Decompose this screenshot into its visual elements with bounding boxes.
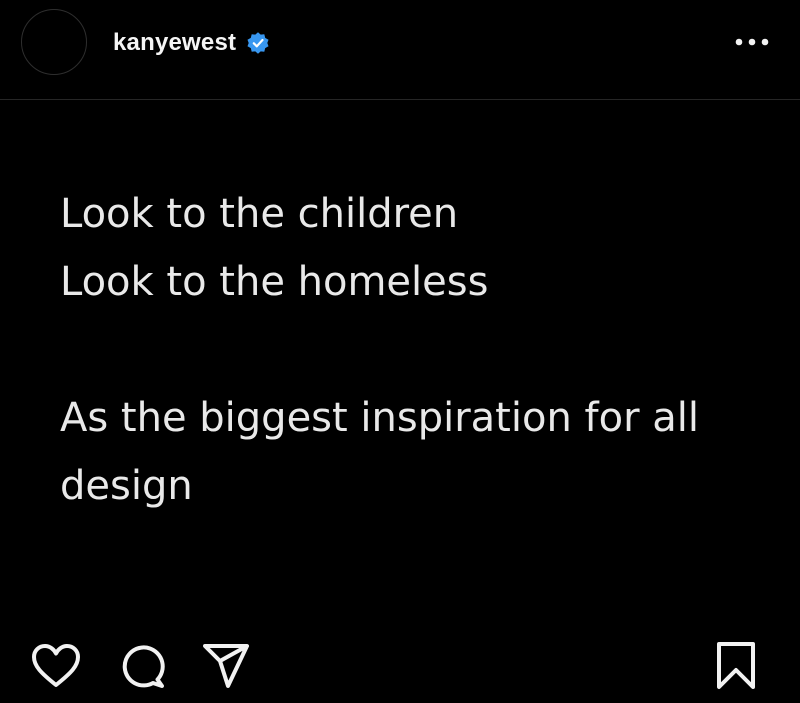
username[interactable]: kanyewest [113,29,236,57]
comment-icon [122,645,165,688]
share-button[interactable] [200,640,252,692]
post-text-line: design [60,463,193,509]
post-text-line: Look to the children [60,191,459,237]
post-header: kanyewest [0,0,800,100]
post-text-line: Look to the homeless [60,259,489,305]
post-text: Look to the children Look to the homeles… [60,180,760,520]
more-options-icon [735,38,769,46]
post-text-line: As the biggest inspiration for all [60,395,699,441]
avatar[interactable] [21,9,87,75]
save-button[interactable] [710,640,762,692]
share-icon [203,644,249,688]
post-text-blank-line [60,316,760,384]
bookmark-icon [717,642,755,689]
more-options-button[interactable] [732,28,772,56]
action-bar [0,630,800,690]
verified-badge-icon [246,31,270,55]
comment-button[interactable] [116,640,168,692]
heart-icon [32,644,80,687]
username-row: kanyewest [113,26,270,60]
like-button[interactable] [30,640,82,692]
